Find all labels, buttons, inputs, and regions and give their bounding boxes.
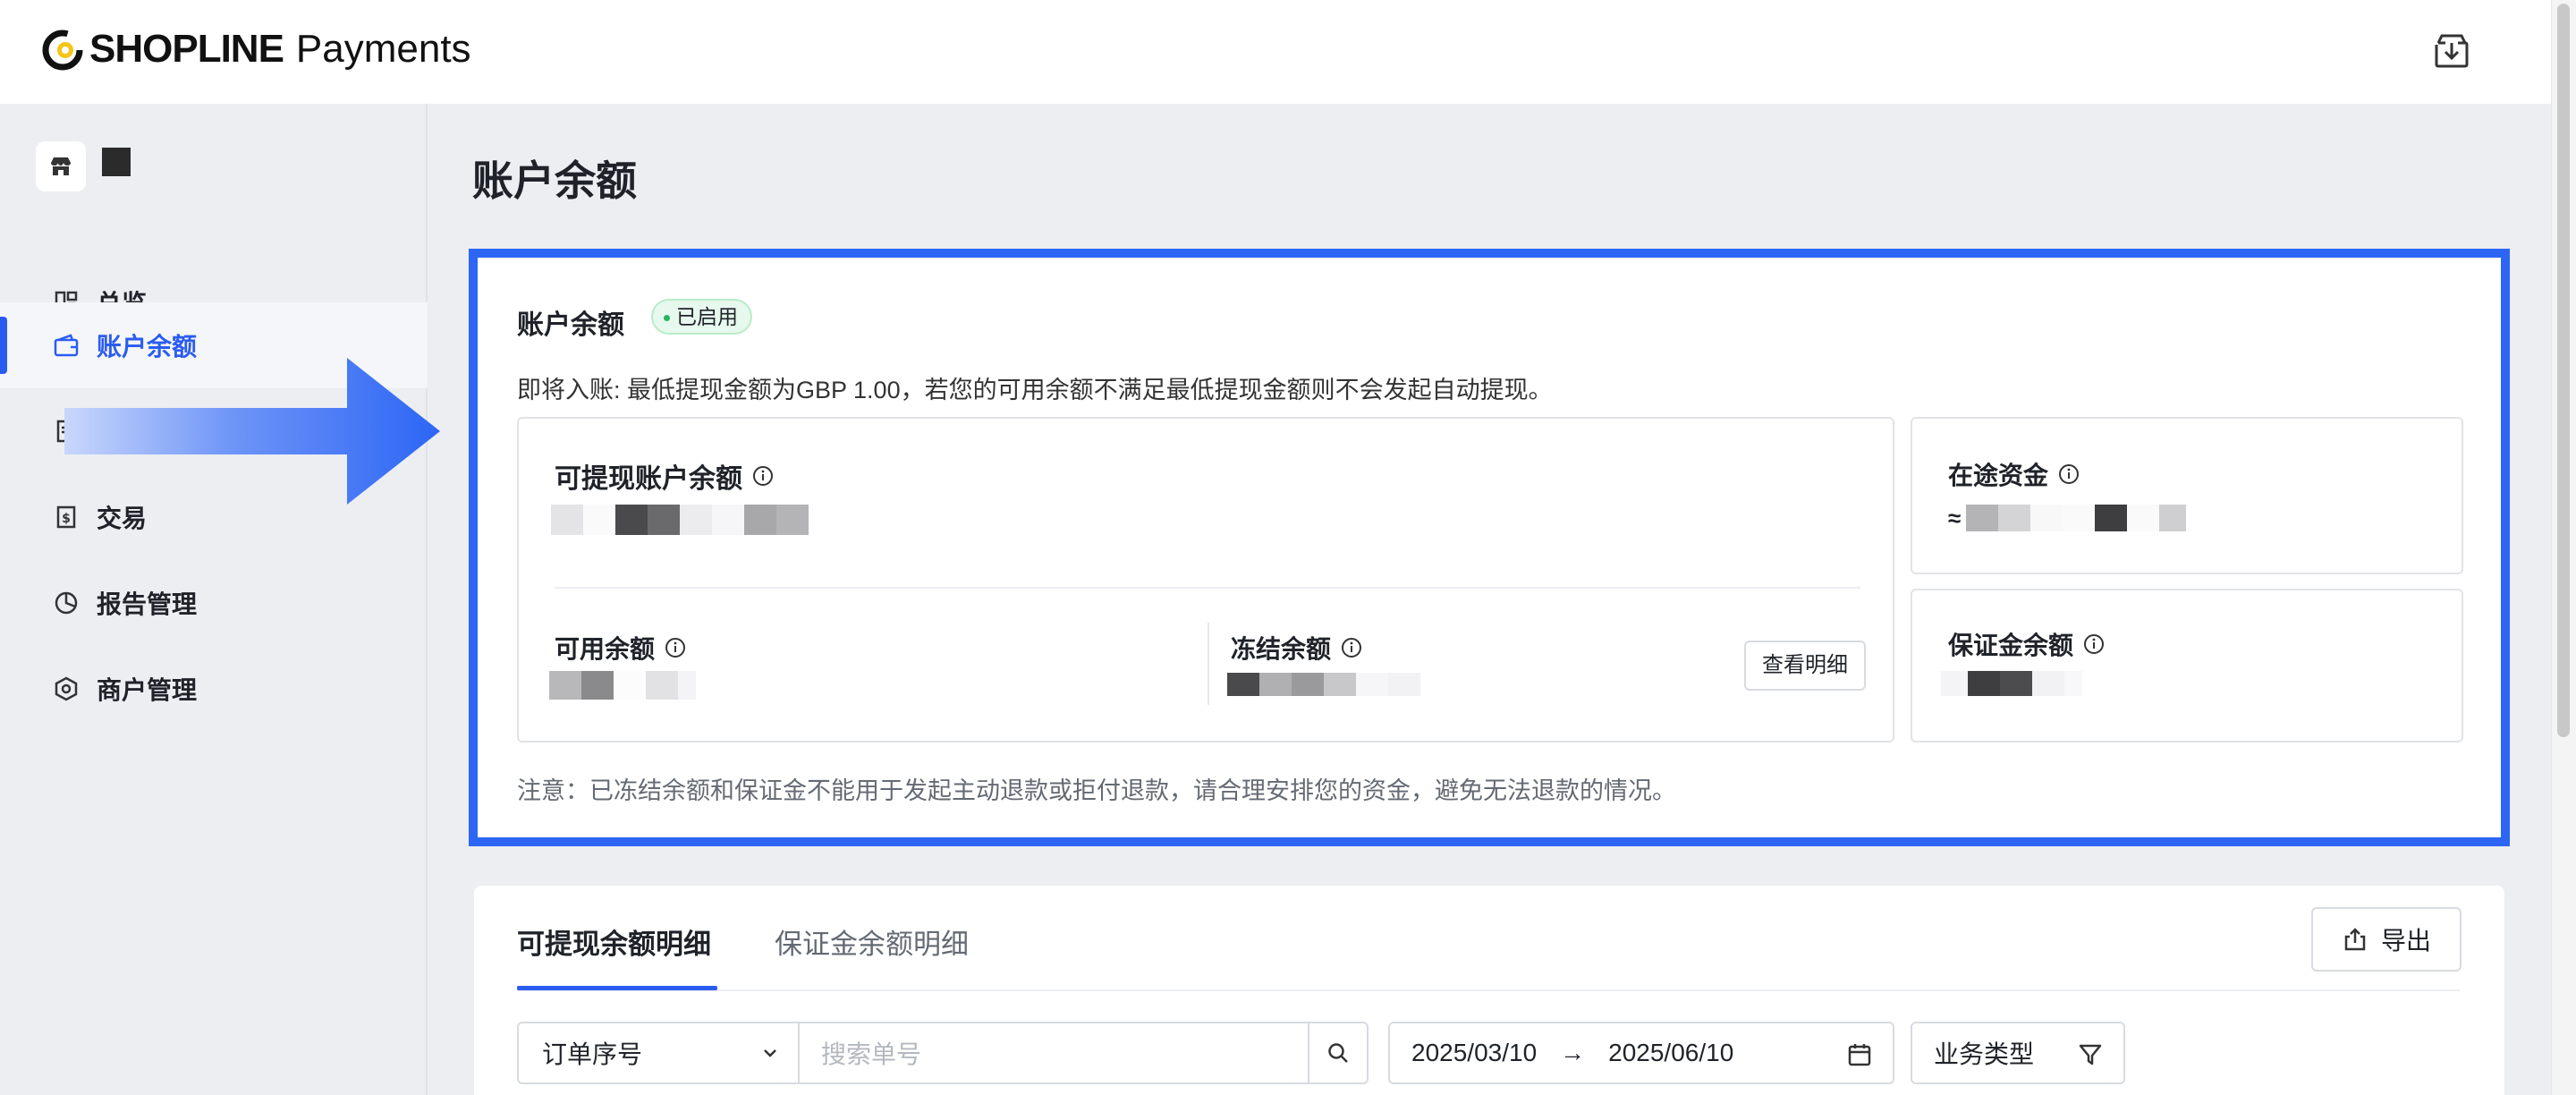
- date-range-picker[interactable]: 2025/03/10 → 2025/06/10: [1388, 1022, 1894, 1084]
- withdrawable-label-row: 可提现账户余额: [555, 456, 775, 496]
- page-title: 账户余额: [472, 157, 637, 204]
- report-icon: [52, 589, 80, 617]
- deposit-label-row: 保证金余额: [1948, 626, 2106, 662]
- select-value: 订单序号: [542, 1040, 643, 1068]
- status-badge: 已启用: [651, 299, 752, 335]
- refund-warning-note: 注意：已冻结余额和保证金不能用于发起主动退款或拒付退款，请合理安排您的资金，避免…: [517, 777, 1676, 804]
- withdrawable-balance-panel: 可提现账户余额 可用余额 冻结余额 查看明细: [517, 417, 1894, 743]
- export-label: 导出: [2380, 927, 2431, 955]
- sidebar-item-label: 交易: [97, 505, 148, 532]
- withdrawable-amount-redacted: [551, 505, 809, 535]
- sidebar-item-label: 商户管理: [97, 676, 198, 704]
- approx-symbol: ≈: [1948, 505, 1962, 531]
- frozen-label-row: 冻结余额: [1231, 630, 1363, 666]
- available-amount-redacted: [549, 671, 696, 700]
- date-start[interactable]: 2025/03/10: [1411, 1039, 1537, 1067]
- brand-product: Payments: [295, 27, 471, 71]
- chevron-down-icon: [764, 1049, 776, 1057]
- in-transit-label-row: 在途资金: [1948, 456, 2080, 492]
- deposit-amount-redacted: [1941, 671, 2082, 696]
- order-search-input[interactable]: 搜索单号: [798, 1022, 1309, 1084]
- date-end[interactable]: 2025/06/10: [1608, 1039, 1733, 1067]
- filter-icon: [2079, 1044, 2102, 1065]
- annotation-arrow: [64, 358, 440, 505]
- deposit-label: 保证金余额: [1948, 632, 2074, 659]
- in-transit-amount-redacted: [1966, 505, 2186, 531]
- search-button[interactable]: [1308, 1022, 1368, 1084]
- in-transit-panel: 在途资金 ≈: [1911, 417, 2463, 574]
- available-label: 可用余额: [555, 635, 656, 663]
- business-type-filter[interactable]: 业务类型: [1911, 1022, 2125, 1084]
- svg-text:$: $: [62, 512, 71, 526]
- store-switcher[interactable]: [36, 141, 131, 191]
- business-type-label: 业务类型: [1934, 1040, 2035, 1068]
- frozen-amount-redacted: [1227, 673, 1420, 696]
- sidebar-item-label: 报告管理: [97, 590, 198, 618]
- brand-name: SHOPLINE: [89, 27, 284, 71]
- shopline-logo-icon: [41, 27, 86, 72]
- in-transit-label: 在途资金: [1948, 462, 2049, 489]
- account-balance-card: 账户余额 已启用 即将入账: 最低提现金额为GBP 1.00，若您的可用余额不满…: [469, 249, 2510, 846]
- wallet-icon: [52, 331, 80, 360]
- info-icon[interactable]: [664, 636, 687, 659]
- search-icon: [1328, 1043, 1348, 1063]
- page-scrollbar[interactable]: [2551, 0, 2576, 1095]
- info-icon[interactable]: [1340, 636, 1363, 659]
- top-bar: SHOPLINE Payments: [0, 0, 2551, 104]
- info-icon[interactable]: [2057, 463, 2080, 486]
- info-icon[interactable]: [2082, 632, 2106, 656]
- transaction-icon: $: [52, 503, 80, 531]
- tab-withdrawable-details[interactable]: 可提现余额明细: [517, 921, 711, 962]
- shopline-logo[interactable]: SHOPLINE Payments: [41, 25, 471, 73]
- download-icon[interactable]: [2431, 30, 2472, 72]
- store-icon: [36, 141, 86, 191]
- view-detail-button[interactable]: 查看明细: [1744, 641, 1866, 691]
- frozen-label: 冻结余额: [1231, 635, 1332, 663]
- available-label-row: 可用余额: [555, 630, 687, 666]
- search-field-select[interactable]: 订单序号: [517, 1022, 800, 1084]
- payout-note: 即将入账: 最低提现金额为GBP 1.00，若您的可用余额不满足最低提现金额则不…: [517, 377, 1553, 403]
- merchant-icon: [52, 675, 80, 703]
- tab-deposit-details[interactable]: 保证金余额明细: [775, 921, 969, 962]
- deposit-balance-panel: 保证金余额: [1911, 589, 2463, 743]
- balance-details-card: 可提现余额明细 保证金余额明细 导出 订单序号 搜索单号 2025/03/10 …: [474, 886, 2504, 1095]
- export-icon: [2344, 928, 2366, 951]
- balance-card-title: 账户余额: [517, 310, 624, 340]
- sidebar-item-merchant[interactable]: 商户管理: [0, 646, 428, 732]
- search-placeholder: 搜索单号: [821, 1040, 922, 1068]
- panel-divider: [555, 587, 1860, 589]
- sidebar: 总览 账户余额 $ 交易 报告管理: [0, 104, 428, 1095]
- sidebar-item-reports[interactable]: 报告管理: [0, 560, 428, 646]
- export-button[interactable]: 导出: [2311, 907, 2462, 972]
- withdrawable-label: 可提现账户余额: [555, 464, 742, 494]
- info-icon[interactable]: [751, 464, 775, 488]
- tabs-divider: [517, 989, 2460, 991]
- panel-divider-vertical: [1208, 623, 1209, 705]
- scroll-thumb[interactable]: [2557, 4, 2570, 737]
- calendar-icon: [1848, 1044, 1871, 1066]
- active-tab-indicator: [517, 986, 717, 990]
- store-name-redacted: [102, 148, 131, 176]
- date-separator: →: [1560, 1039, 1586, 1066]
